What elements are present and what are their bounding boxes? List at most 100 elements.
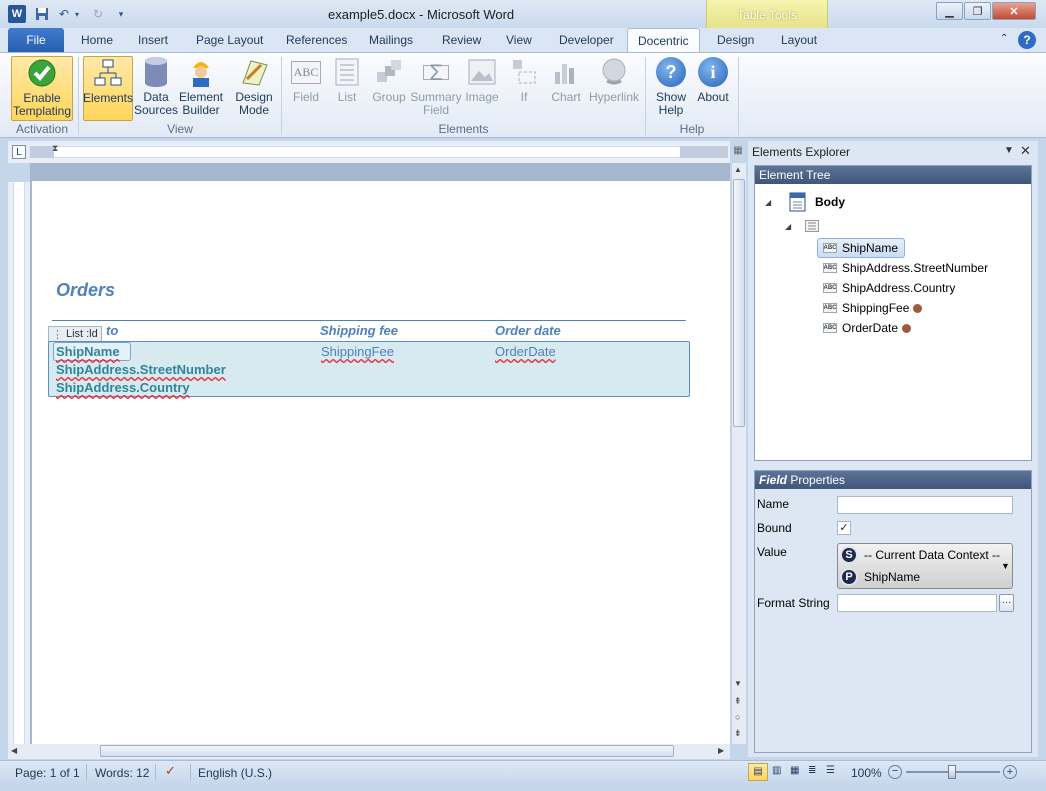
indent-marker-icon[interactable]: ⧗ <box>52 143 58 154</box>
zoom-level[interactable]: 100% <box>851 766 882 780</box>
tab-view[interactable]: View <box>496 28 542 52</box>
elements-button[interactable]: Elements <box>83 56 133 121</box>
tree-item-country[interactable]: ABC ShipAddress.Country <box>823 279 955 297</box>
help-icon[interactable]: ? <box>1018 31 1036 49</box>
save-icon[interactable] <box>34 6 50 22</box>
scroll-right-icon[interactable]: ▶ <box>718 746 724 755</box>
tab-developer[interactable]: Developer <box>549 28 624 52</box>
status-bar: Page: 1 of 1 Words: 12 ✓ English (U.S.) … <box>0 760 1046 784</box>
tab-selector-icon[interactable]: L <box>12 145 26 159</box>
zoom-out-icon[interactable]: − <box>888 765 902 779</box>
list-element-tag[interactable]: ⋮ List:ld <box>48 326 102 342</box>
pane-options-icon[interactable]: ▼ <box>1004 145 1014 156</box>
word-logo-icon[interactable]: W <box>8 5 26 23</box>
tree-node-body[interactable]: Body <box>815 195 845 209</box>
vertical-ruler[interactable] <box>8 182 30 744</box>
tab-page-layout[interactable]: Page Layout <box>186 28 273 52</box>
tab-mailings[interactable]: Mailings <box>359 28 423 52</box>
element-builder-button[interactable]: Element Builder <box>178 56 224 121</box>
if-button[interactable]: If <box>507 56 541 121</box>
design-mode-button[interactable]: Design Mode <box>231 56 277 121</box>
order-date-header: Order date <box>495 323 561 338</box>
web-layout-view-icon[interactable]: ▦ <box>790 765 799 776</box>
ship-country-field[interactable]: ShipAddress.Country <box>56 380 190 395</box>
view-ruler-icon[interactable]: ▦ <box>731 145 745 159</box>
vertical-scrollbar[interactable]: ▲ ▼ ⇞ ○ ⇟ <box>731 163 746 744</box>
order-date-field[interactable]: OrderDate <box>495 344 556 359</box>
tab-home[interactable]: Home <box>71 28 123 52</box>
tree-item-orderdate[interactable]: ABC OrderDate <box>823 319 912 337</box>
tab-file[interactable]: File <box>8 28 64 52</box>
horizontal-ruler[interactable]: L ⧗ <box>8 141 730 163</box>
tree-item-shipname[interactable]: ABC ShipName <box>817 238 905 258</box>
help-label: Help <box>658 103 684 117</box>
page-count[interactable]: Page: 1 of 1 <box>15 766 80 780</box>
field-button[interactable]: ABC Field <box>287 56 325 121</box>
select-browse-object-icon[interactable]: ○ <box>735 712 740 722</box>
undo-icon[interactable]: ↶ <box>56 6 72 22</box>
collapse-list-icon[interactable]: ◢ <box>785 222 791 231</box>
tab-docentric[interactable]: Docentric <box>627 28 700 52</box>
show-help-button[interactable]: ? Show Help <box>651 56 691 121</box>
source-s-icon: S <box>840 546 858 564</box>
enable-templating-button[interactable]: Enable Templating <box>11 56 73 121</box>
tab-insert[interactable]: Insert <box>128 28 178 52</box>
group-button[interactable]: Group <box>370 56 408 121</box>
maximize-button[interactable]: ❐ <box>964 2 991 20</box>
tree-item-label: OrderDate <box>842 321 899 335</box>
ship-name-field[interactable]: ShipName <box>56 344 120 359</box>
word-count[interactable]: Words: 12 <box>95 766 149 780</box>
redo-icon[interactable]: ↻ <box>90 6 106 22</box>
summary-field-button[interactable]: Σ Summary Field <box>410 56 462 121</box>
print-layout-view-icon[interactable]: ▤ <box>748 763 768 781</box>
zoom-in-icon[interactable]: + <box>1003 765 1017 779</box>
value-dropdown-icon[interactable]: ▼ <box>1001 561 1010 571</box>
tab-layout[interactable]: Layout <box>771 28 827 52</box>
shipping-fee-field[interactable]: ShippingFee <box>321 344 394 359</box>
scroll-down-icon[interactable]: ▼ <box>734 679 742 688</box>
tree-item-street[interactable]: ABC ShipAddress.StreetNumber <box>823 259 988 277</box>
close-pane-icon[interactable]: ✕ <box>1020 143 1031 159</box>
name-field[interactable] <box>837 496 1013 514</box>
tab-references[interactable]: References <box>276 28 357 52</box>
list-button[interactable]: List <box>330 56 364 121</box>
full-screen-view-icon[interactable]: ▥ <box>772 765 781 776</box>
abc-field-icon: ABC <box>290 56 322 88</box>
horizontal-scrollbar[interactable]: ◀ ▶ <box>8 744 730 759</box>
hscroll-thumb[interactable] <box>100 745 674 757</box>
previous-page-icon[interactable]: ⇞ <box>734 696 742 707</box>
orders-heading[interactable]: Orders <box>56 280 115 301</box>
data-sources-button[interactable]: Data Sources <box>134 56 178 121</box>
scroll-up-icon[interactable]: ▲ <box>734 165 742 174</box>
ship-street-field[interactable]: ShipAddress.StreetNumber <box>56 362 226 377</box>
tab-review[interactable]: Review <box>432 28 491 52</box>
language[interactable]: English (U.S.) <box>198 766 272 780</box>
close-button[interactable]: ✕ <box>992 2 1036 20</box>
format-string-browse-button[interactable]: … <box>999 594 1014 612</box>
next-page-icon[interactable]: ⇟ <box>734 728 742 739</box>
scroll-left-icon[interactable]: ◀ <box>11 746 17 755</box>
minimize-button[interactable]: ▁ <box>936 2 963 20</box>
tree-item-shippingfee[interactable]: ABC ShippingFee <box>823 299 923 317</box>
about-button[interactable]: i About <box>693 56 733 121</box>
design-mode-icon <box>238 56 270 88</box>
customize-qat-icon[interactable]: ▾ <box>113 6 129 22</box>
hyperlink-button[interactable]: Hyperlink <box>588 56 640 121</box>
chart-button[interactable]: Chart <box>547 56 585 121</box>
draft-view-icon[interactable]: ☰ <box>826 765 835 776</box>
format-string-input[interactable] <box>837 594 997 612</box>
value-selector[interactable]: S -- Current Data Context -- P ShipName ▼ <box>837 543 1013 589</box>
field-label: Field <box>292 90 319 104</box>
undo-dropdown-icon[interactable]: ▾ <box>72 6 82 22</box>
collapse-body-icon[interactable]: ◢ <box>765 198 771 207</box>
outline-view-icon[interactable]: ≣ <box>808 765 816 776</box>
document-page[interactable]: Orders to Shipping fee Order date ⋮ List:… <box>32 181 730 744</box>
tab-design[interactable]: Design <box>707 28 764 52</box>
list-node-icon[interactable] <box>805 220 819 235</box>
bound-checkbox[interactable]: ✓ <box>837 521 851 535</box>
proofing-icon[interactable]: ✓ <box>165 763 176 779</box>
image-button[interactable]: Image <box>462 56 502 121</box>
zoom-slider-thumb[interactable] <box>948 765 956 779</box>
minimize-ribbon-icon[interactable]: ⌃ <box>1000 33 1008 44</box>
scroll-thumb[interactable] <box>733 179 745 427</box>
